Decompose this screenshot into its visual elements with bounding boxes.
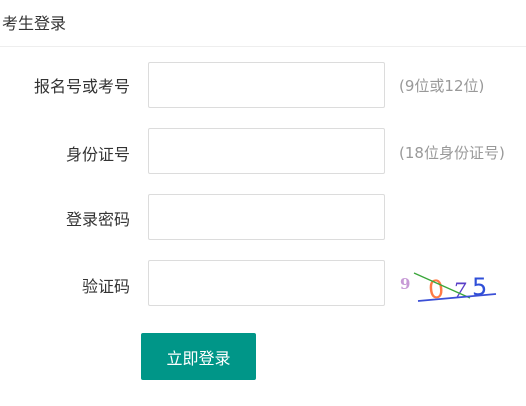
panel-title: 考生登录 [2, 14, 67, 33]
password-label: 登录密码 [65, 210, 130, 229]
reg-no-input[interactable] [148, 62, 385, 108]
password-input[interactable] [148, 194, 385, 240]
id-card-hint: (18位身份证号) [399, 144, 505, 162]
captcha-char-1: 9 [400, 275, 410, 293]
captcha-image[interactable]: 9 0 7 5 [398, 264, 498, 304]
captcha-input[interactable] [148, 260, 385, 306]
panel-header: 考生登录 [0, 0, 526, 47]
reg-no-label: 报名号或考号 [33, 77, 130, 96]
id-card-input[interactable] [148, 128, 385, 174]
captcha-label: 验证码 [81, 277, 130, 296]
id-card-label: 身份证号 [65, 145, 130, 164]
reg-no-hint: (9位或12位) [399, 77, 485, 95]
login-button[interactable]: 立即登录 [141, 333, 256, 380]
